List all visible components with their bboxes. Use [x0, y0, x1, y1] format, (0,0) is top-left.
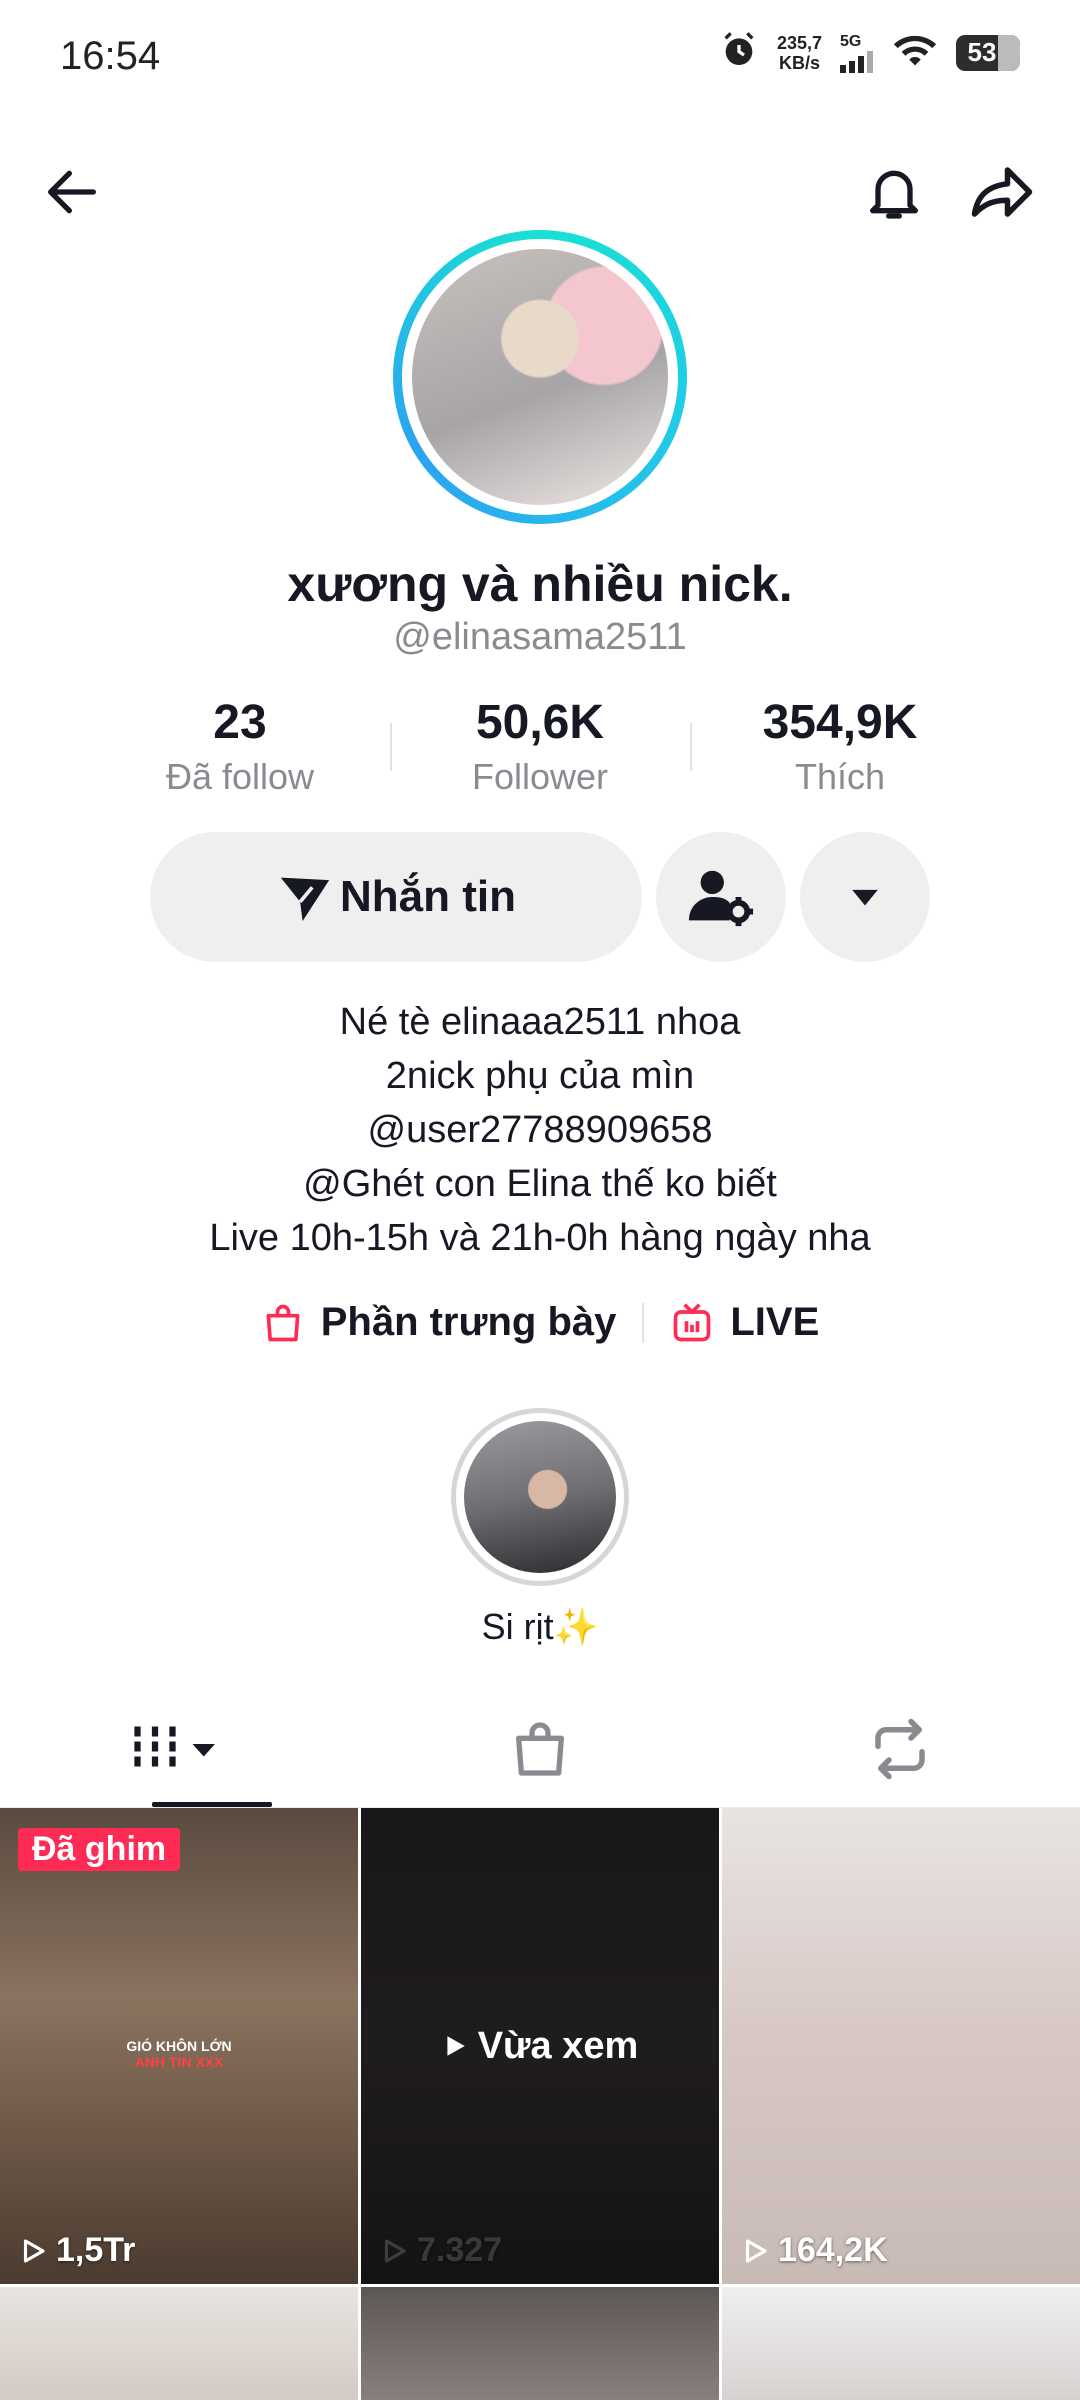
video-thumbnail[interactable]: 7.327 Vừa xem — [361, 1808, 719, 2284]
video-caption-overlay: GIÓ KHÔN LỚN ANH TIN XXX — [126, 2038, 232, 2070]
network-speed: 235,7 KB/s — [776, 32, 822, 73]
share-arrow-icon — [971, 167, 1033, 217]
status-time: 16:54 — [60, 34, 161, 78]
content-tabs — [0, 1690, 1080, 1808]
user-settings-icon — [688, 870, 754, 927]
bell-icon — [870, 170, 918, 219]
caret-down-icon — [852, 889, 878, 906]
video-grid: Đã ghim GIÓ KHÔN LỚN ANH TIN XXX 1,5Tr 7… — [0, 1808, 1080, 2400]
follow-settings-button[interactable] — [656, 832, 786, 962]
likes-stat[interactable]: 354,9K Thích — [690, 695, 990, 798]
highlight-label: Si rịt✨ — [481, 1606, 599, 1647]
view-count: 164,2K — [740, 2231, 888, 2270]
following-stat[interactable]: 23 Đã follow — [90, 695, 390, 798]
profile-links: Phần trưng bày LIVE — [0, 1300, 1080, 1345]
play-outline-icon — [745, 2238, 767, 2263]
tab-shop[interactable] — [360, 1690, 720, 1807]
username-handle: @elinasama2511 — [393, 616, 687, 658]
tab-videos[interactable] — [0, 1690, 360, 1807]
avatar-image — [412, 249, 668, 505]
display-name: xương và nhiều nick. — [287, 556, 793, 612]
video-thumbnail[interactable] — [722, 2287, 1080, 2400]
repost-icon — [875, 1718, 925, 1779]
status-bar: 16:54 235,7 KB/s 5G 53 — [0, 0, 1080, 120]
back-button[interactable] — [30, 150, 114, 234]
profile-stats: 23 Đã follow 50,6K Follower 354,9K Thích — [0, 695, 1080, 798]
profile-avatar[interactable] — [393, 230, 687, 524]
wifi-icon — [892, 32, 938, 73]
alarm-icon — [719, 30, 759, 75]
showcase-link[interactable]: Phần trưng bày — [261, 1300, 616, 1345]
shopping-bag-icon — [266, 1304, 300, 1341]
bio-mention[interactable]: @user27788909658 — [0, 1103, 1080, 1157]
play-outline-icon — [23, 2238, 45, 2263]
video-grid-icon — [134, 1726, 215, 1771]
battery-indicator: 53 — [956, 34, 1020, 71]
tab-reposts[interactable] — [720, 1690, 1080, 1807]
send-icon — [280, 877, 330, 922]
video-thumbnail[interactable]: Đã ghim GIÓ KHÔN LỚN ANH TIN XXX 1,5Tr — [0, 1808, 358, 2284]
recently-watched-overlay: Vừa xem — [361, 1808, 719, 2284]
share-button[interactable] — [960, 150, 1044, 234]
more-options-button[interactable] — [800, 832, 930, 962]
live-tv-icon — [674, 1302, 711, 1341]
arrow-left-icon — [48, 170, 96, 214]
highlight-image — [464, 1421, 616, 1573]
message-button[interactable]: Nhắn tin — [150, 832, 642, 962]
video-thumbnail[interactable]: 164,2K — [722, 1808, 1080, 2284]
play-icon — [447, 2036, 465, 2056]
signal-bars-icon — [840, 50, 873, 73]
pinned-badge: Đã ghim — [18, 1828, 181, 1871]
bio-mention[interactable]: @Ghét con Elina thế ko biết — [0, 1157, 1080, 1211]
live-link[interactable]: LIVE — [670, 1300, 819, 1345]
profile-bio: Né tè elinaaa2511 nhoa 2nick phụ của mìn… — [0, 995, 1080, 1265]
profile-actions: Nhắn tin — [150, 832, 930, 962]
status-icons: 235,7 KB/s 5G 53 — [719, 30, 1020, 75]
link-divider — [642, 1302, 645, 1343]
notification-button[interactable] — [852, 150, 936, 234]
view-count: 1,5Tr — [18, 2231, 135, 2270]
video-thumbnail[interactable] — [0, 2287, 358, 2400]
video-thumbnail[interactable] — [361, 2287, 719, 2400]
followers-stat[interactable]: 50,6K Follower — [390, 695, 690, 798]
signal-indicator: 5G — [840, 33, 874, 73]
shopping-bag-icon — [516, 1721, 564, 1776]
story-highlight[interactable] — [451, 1408, 629, 1586]
